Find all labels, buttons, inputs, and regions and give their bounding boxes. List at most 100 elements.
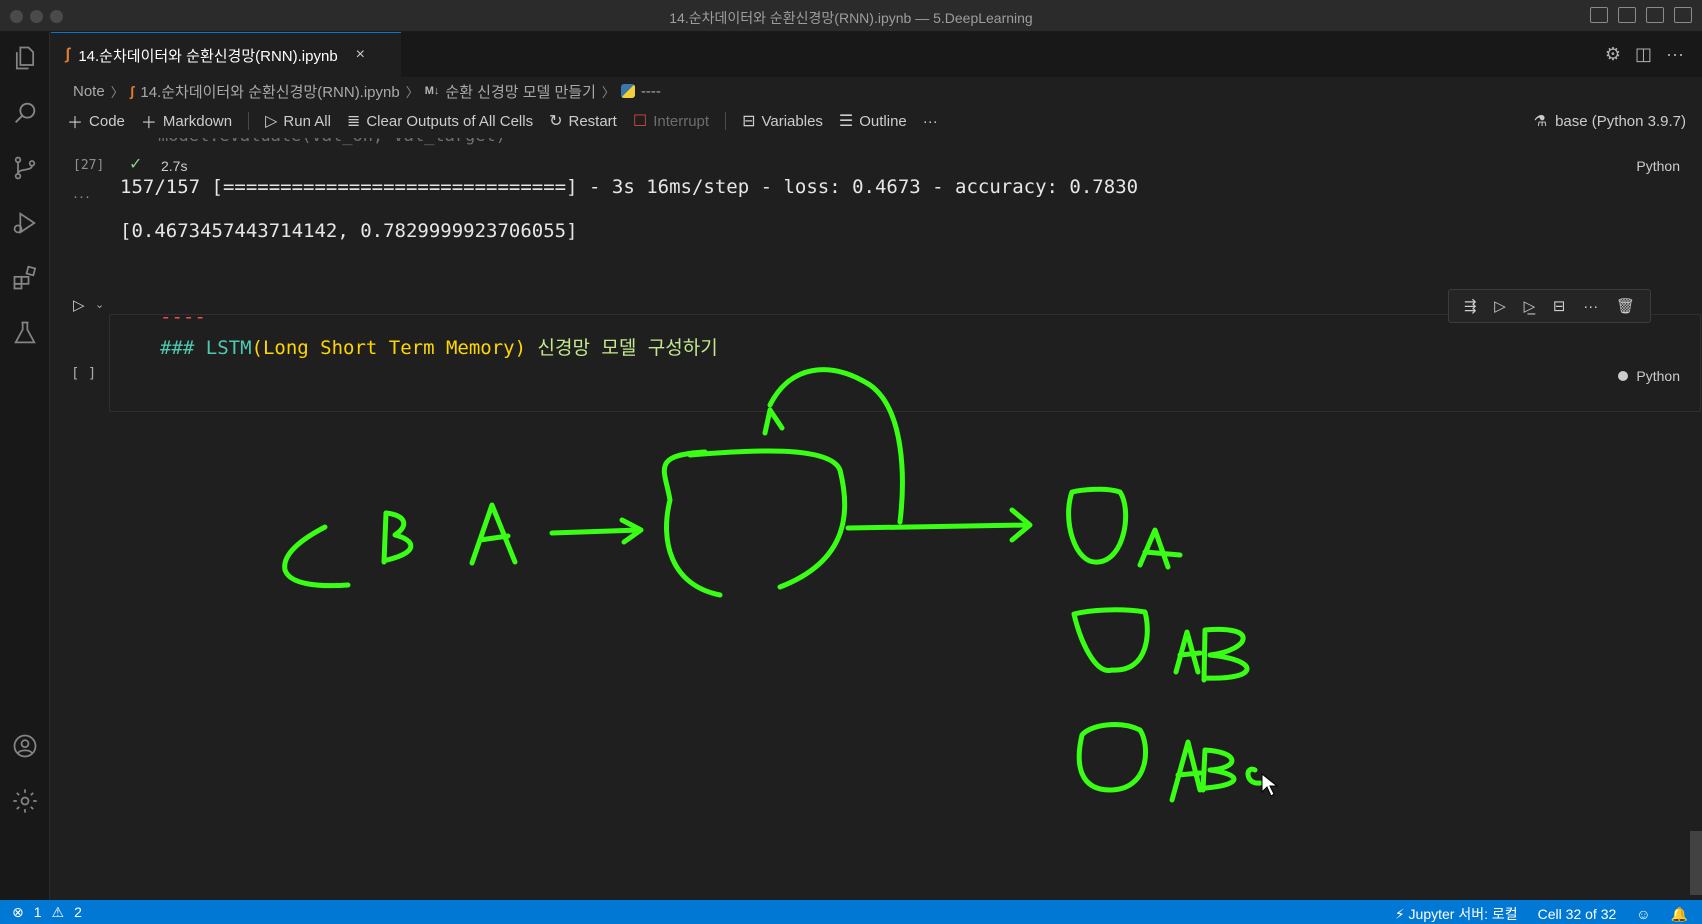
- customize-layout-icon[interactable]: [1674, 7, 1692, 23]
- variables-button[interactable]: ⊟ Variables: [742, 111, 823, 131]
- explorer-icon[interactable]: [11, 44, 39, 72]
- delete-cell-icon[interactable]: 🗑: [1616, 297, 1635, 315]
- cell-27-language[interactable]: Python: [1636, 158, 1680, 174]
- notebook-toolbar: ＋ Code ＋ Markdown ▷ Run All ≣ Clear Outputs …: [51, 106, 1702, 136]
- cell-32-language[interactable]: Python: [1618, 368, 1680, 384]
- jupyter-server-status[interactable]: ⚡ Jupyter 서버: 로컬: [1395, 904, 1518, 924]
- toggle-secondary-sidebar-icon[interactable]: [1646, 7, 1664, 23]
- settings-icon[interactable]: ⚙: [1605, 44, 1621, 65]
- markdown-cell-editor[interactable]: [109, 314, 1701, 412]
- source-control-icon[interactable]: [11, 154, 39, 182]
- kernel-picker[interactable]: ⚗ base (Python 3.9.7): [1533, 112, 1686, 131]
- run-above-icon[interactable]: ⇶: [1464, 297, 1477, 315]
- status-bar: ⊗ 1 ⚠ 2 ⚡ Jupyter 서버: 로컬 Cell 32 of 32 ☺…: [0, 900, 1702, 924]
- cell-position[interactable]: Cell 32 of 32: [1538, 906, 1617, 922]
- tab-notebook[interactable]: ʃ 14.순차데이터와 순환신경망(RNN).ipynb ×: [51, 32, 401, 77]
- heading-korean: 신경망 모델 구성하기: [526, 337, 718, 359]
- status-right: ⚡ Jupyter 서버: 로컬 Cell 32 of 32 ☺ 🔔: [1395, 904, 1688, 924]
- accounts-icon[interactable]: [11, 732, 39, 760]
- run-all-button[interactable]: ▷ Run All: [265, 111, 331, 131]
- play-icon: ▷: [265, 113, 278, 130]
- chevron-right-icon: 〉: [601, 84, 615, 100]
- error-icon: ⊗: [12, 904, 24, 920]
- toolbar-divider: [248, 112, 250, 130]
- clear-outputs-button[interactable]: ≣ Clear Outputs of All Cells: [347, 111, 533, 131]
- execute-cell-icon[interactable]: ▷: [1494, 297, 1506, 315]
- cell-27-code-partial[interactable]: model.evaluate(val_oh, val_target): [158, 138, 506, 146]
- toolbar-more-button[interactable]: ···: [923, 113, 938, 130]
- toggle-panel-icon[interactable]: [1618, 7, 1636, 23]
- cell-27-output-progress: 157/157 [==============================]…: [120, 176, 1139, 198]
- interrupt-label: Interrupt: [653, 112, 710, 130]
- run-debug-icon[interactable]: [11, 209, 39, 237]
- cell-27-duration: 2.7s: [161, 158, 188, 174]
- search-icon[interactable]: [11, 99, 39, 127]
- add-markdown-cell-button[interactable]: ＋ Markdown: [141, 109, 232, 133]
- markdown-icon: M↓: [424, 85, 440, 97]
- warning-count: 2: [74, 904, 82, 920]
- window-title: 14.순차데이터와 순환신경망(RNN).ipynb — 5.DeepLearn…: [669, 10, 1033, 26]
- tab-label: 14.순차데이터와 순환신경망(RNN).ipynb: [78, 47, 338, 65]
- clear-outputs-label: Clear Outputs of All Cells: [366, 112, 534, 130]
- python-icon: [620, 84, 635, 98]
- clear-all-icon: ≣: [346, 113, 361, 130]
- tab-close-icon[interactable]: ×: [356, 46, 365, 64]
- notifications-bell-icon[interactable]: 🔔: [1671, 906, 1688, 923]
- kernel-label: base (Python 3.9.7): [1555, 112, 1686, 130]
- split-editor-icon[interactable]: ◫: [1635, 44, 1652, 65]
- interrupt-button[interactable]: ☐ Interrupt: [633, 111, 709, 131]
- activity-bar: [0, 32, 50, 900]
- testing-icon[interactable]: [11, 319, 39, 347]
- feedback-icon[interactable]: ☺: [1636, 906, 1650, 922]
- cell-27-execution-count: [27]: [73, 158, 105, 173]
- more-actions-icon[interactable]: ···: [1666, 44, 1684, 65]
- vertical-scrollbar[interactable]: [1690, 831, 1702, 895]
- restart-label: Restart: [568, 112, 617, 130]
- variables-icon: ⊟: [742, 113, 756, 130]
- outline-button[interactable]: ☰ Outline: [839, 111, 907, 131]
- jupyter-server-label: Jupyter 서버: 로컬: [1408, 906, 1518, 922]
- breadcrumb-cell[interactable]: ----: [641, 83, 661, 100]
- error-count: 1: [33, 904, 42, 920]
- outline-label: Outline: [859, 112, 907, 130]
- output-more-icon[interactable]: ···: [73, 188, 91, 205]
- cell-32-language-label: Python: [1636, 368, 1680, 384]
- restart-button[interactable]: ↻ Restart: [549, 111, 617, 131]
- jupyter-notebook-icon: ʃ: [65, 46, 71, 63]
- heading-paren: (Long Short Term Memory): [251, 337, 527, 359]
- restart-icon: ↻: [549, 113, 563, 130]
- cell-32-heading: ### LSTM(Long Short Term Memory) 신경망 모델 …: [160, 333, 718, 360]
- cell-32-dashes: ----: [160, 306, 206, 328]
- breadcrumb-section[interactable]: 순환 신경망 모델 만들기: [445, 81, 596, 102]
- split-cell-icon[interactable]: ⊟: [1553, 297, 1566, 315]
- chevron-down-icon[interactable]: ⌄: [95, 298, 104, 311]
- outline-icon: ☰: [838, 113, 854, 130]
- heading-prefix: ### LSTM: [160, 337, 252, 359]
- layout-controls: [1590, 7, 1692, 23]
- stop-icon: ☐: [632, 113, 648, 130]
- plus-icon: ＋: [67, 115, 84, 132]
- flask-icon: ⚗: [1533, 113, 1548, 130]
- breadcrumb-root[interactable]: Note: [73, 83, 105, 100]
- cell-more-icon[interactable]: ···: [1583, 298, 1598, 315]
- extensions-icon[interactable]: [11, 264, 39, 292]
- breadcrumb-file[interactable]: 14.순차데이터와 순환신경망(RNN).ipynb: [140, 81, 399, 102]
- chevron-right-icon: 〉: [405, 84, 419, 100]
- more-icon: ···: [922, 112, 938, 130]
- breadcrumb: Note 〉 ʃ 14.순차데이터와 순환신경망(RNN).ipynb 〉 M↓…: [73, 81, 661, 101]
- cell-toolbar: ⇶ ▷ ▷̲ ⊟ ··· 🗑: [1448, 289, 1651, 323]
- problems-indicator[interactable]: ⊗ 1 ⚠ 2: [12, 904, 82, 921]
- run-cell-icon[interactable]: ▷: [73, 296, 85, 314]
- chevron-right-icon: 〉: [110, 84, 124, 100]
- settings-gear-icon[interactable]: [11, 787, 39, 815]
- execute-below-icon[interactable]: ▷̲: [1524, 297, 1536, 315]
- notebook-cells: model.evaluate(val_oh, val_target) [27] …: [51, 138, 1702, 900]
- cell-27-output-result: [0.4673457443714142, 0.7829999923706055]: [120, 220, 578, 242]
- add-code-cell-button[interactable]: ＋ Code: [67, 109, 125, 133]
- run-all-label: Run All: [283, 112, 331, 130]
- toggle-sidebar-icon[interactable]: [1590, 7, 1608, 23]
- warning-icon: ⚠: [51, 904, 65, 920]
- title-bar: 14.순차데이터와 순환신경망(RNN).ipynb — 5.DeepLearn…: [0, 0, 1702, 32]
- variables-label: Variables: [761, 112, 823, 130]
- add-markdown-label: Markdown: [162, 112, 233, 130]
